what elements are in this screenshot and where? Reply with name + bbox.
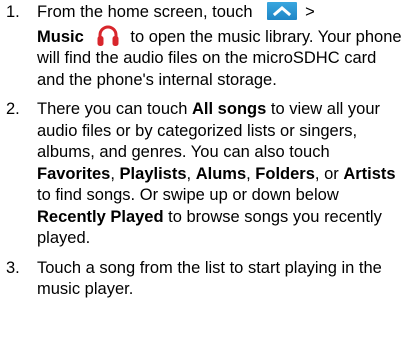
artists-label: Artists: [343, 164, 396, 183]
step-1-separator: >: [305, 3, 315, 21]
step-2-text: ,: [110, 164, 120, 183]
headphones-icon: [96, 24, 120, 47]
alums-label: Alums: [195, 164, 247, 183]
step-3-text: Touch a song from the list to start play…: [37, 258, 382, 299]
music-label: Music: [37, 27, 84, 46]
step-2: 2. There you can touch All songs to view…: [0, 99, 414, 250]
step-2-text: to find songs. Or swipe up or down below: [37, 186, 339, 204]
step-2-text: ,: [246, 164, 256, 183]
step-2-text: ,: [186, 164, 196, 183]
favorites-label: Favorites: [37, 164, 111, 183]
recently-played-label: Recently Played: [37, 207, 164, 226]
step-2-text: , or: [314, 164, 344, 183]
instruction-steps: 1. From the home screen, touch > Music t…: [0, 2, 414, 309]
step-number: 1.: [6, 3, 20, 21]
playlists-label: Playlists: [119, 164, 187, 183]
step-1-text-end: to open the music library. Your phone wi…: [37, 27, 402, 89]
step-number: 2.: [6, 100, 20, 118]
step-2-text: There you can touch: [37, 100, 193, 118]
step-1: 1. From the home screen, touch > Music t…: [0, 2, 414, 91]
step-number: 3.: [6, 258, 20, 277]
step-1-text-start: From the home screen, touch: [37, 3, 253, 21]
apps-chevron-icon: [267, 2, 298, 20]
folders-label: Folders: [255, 164, 315, 183]
all-songs-label: All songs: [192, 100, 267, 118]
step-3: 3. Touch a song from the list to start p…: [0, 258, 414, 301]
